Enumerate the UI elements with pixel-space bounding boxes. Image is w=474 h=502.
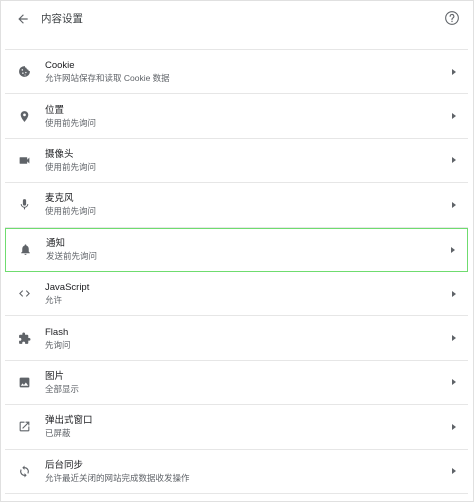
settings-row-label: Flash	[45, 326, 69, 338]
settings-row-label: Cookie	[45, 60, 75, 72]
location-icon	[7, 110, 41, 123]
content-settings-page: 内容设置 Cookie 允许网站保存和读取 Cookie 数据 位置 使用前先询…	[0, 0, 474, 502]
image-icon	[7, 376, 41, 389]
chevron-right-icon	[452, 335, 456, 342]
code-icon	[7, 287, 41, 300]
settings-row-label: 麦克风	[45, 193, 74, 205]
settings-row-label: 摄像头	[45, 148, 74, 160]
settings-row-location[interactable]: 位置 使用前先询问	[5, 94, 468, 139]
page-title: 内容设置	[41, 13, 83, 25]
chevron-right-icon	[452, 423, 456, 430]
chevron-right-icon	[452, 290, 456, 297]
chevron-right-icon	[452, 68, 456, 75]
settings-row-flash[interactable]: Flash 先询问	[5, 316, 468, 361]
chevron-right-icon	[452, 157, 456, 164]
back-button[interactable]	[11, 7, 35, 31]
settings-row-label: 后台同步	[45, 459, 84, 471]
help-button[interactable]	[441, 7, 463, 29]
camera-icon	[7, 154, 41, 167]
settings-row-javascript[interactable]: JavaScript 允许	[5, 272, 468, 317]
help-icon	[444, 10, 460, 26]
settings-row-popups[interactable]: 弹出式窗口 已屏蔽	[5, 405, 468, 450]
settings-row-description: 允许	[45, 295, 63, 306]
settings-row-camera[interactable]: 摄像头 使用前先询问	[5, 139, 468, 184]
settings-row-description: 使用前先询问	[45, 117, 97, 128]
settings-row-microphone[interactable]: 麦克风 使用前先询问	[5, 183, 468, 228]
chevron-right-icon	[451, 246, 455, 253]
chevron-right-icon	[452, 379, 456, 386]
cookie-icon	[7, 65, 41, 78]
settings-row-description: 允许网站保存和读取 Cookie 数据	[45, 73, 170, 84]
settings-row-description: 使用前先询问	[45, 161, 97, 172]
chevron-right-icon	[452, 201, 456, 208]
settings-row-label: 位置	[45, 104, 65, 116]
settings-row-label: JavaScript	[45, 282, 90, 294]
sync-icon	[7, 465, 41, 478]
settings-row-description: 已屏蔽	[45, 428, 71, 439]
chevron-right-icon	[452, 468, 456, 475]
chevron-right-icon	[452, 113, 456, 120]
settings-row-description: 全部显示	[45, 383, 80, 394]
settings-row-label: 通知	[46, 238, 66, 250]
puzzle-icon	[7, 332, 41, 345]
settings-row-cookie[interactable]: Cookie 允许网站保存和读取 Cookie 数据	[5, 50, 468, 95]
settings-row-description: 先询问	[45, 339, 71, 350]
settings-row-description: 发送前先询问	[46, 251, 98, 262]
arrow-back-icon	[16, 12, 30, 26]
microphone-icon	[7, 198, 41, 211]
bell-icon	[8, 243, 42, 256]
settings-row-images[interactable]: 图片 全部显示	[5, 361, 468, 406]
settings-list: Cookie 允许网站保存和读取 Cookie 数据 位置 使用前先询问 摄像头…	[5, 49, 468, 494]
settings-row-description: 允许最近关闭的网站完成数据收发操作	[45, 472, 190, 483]
settings-row-description: 使用前先询问	[45, 206, 97, 217]
open-in-new-icon	[7, 420, 41, 433]
settings-row-label: 弹出式窗口	[45, 415, 93, 427]
settings-row-label: 图片	[45, 370, 65, 382]
settings-row-background-sync[interactable]: 后台同步 允许最近关闭的网站完成数据收发操作	[5, 450, 468, 494]
header: 内容设置	[1, 1, 473, 35]
settings-row-notifications[interactable]: 通知 发送前先询问	[5, 227, 468, 272]
